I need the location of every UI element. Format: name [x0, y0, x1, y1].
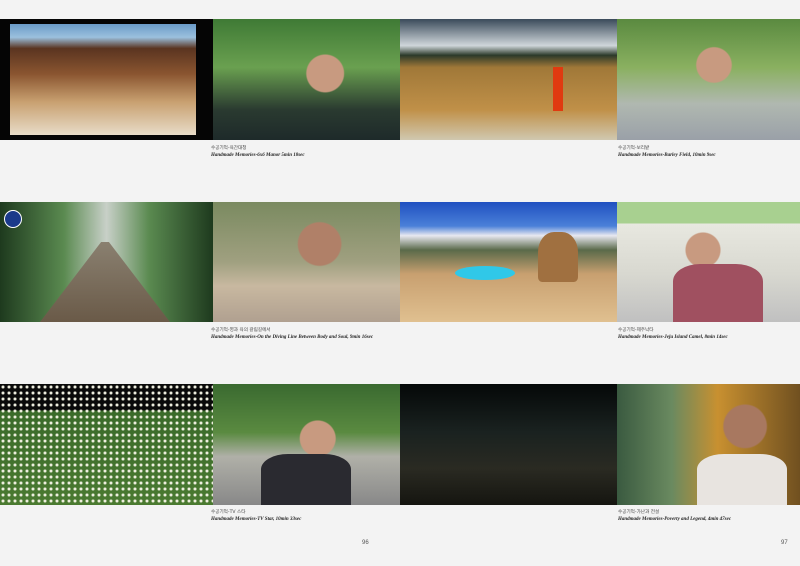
caption-barley-field: 수공기억-보리밭 Handmade Memories-Barley Field,… [618, 145, 716, 159]
caption-english: Handmade Memories-Poverty and Legend, 4m… [618, 517, 732, 522]
page-number-right: 97 [781, 540, 788, 546]
caption-english: Handmade Memories-6x6 Manor 5min 18sec [211, 153, 305, 158]
photo-railway-tracks [0, 202, 213, 322]
photo-flower-field [0, 384, 213, 505]
page-number-left: 96 [362, 540, 369, 546]
caption-korean: 수공기억-TV 스타 [211, 510, 246, 515]
caption-english: Handmade Memories-On the Diving Line Bet… [211, 335, 374, 340]
caption-korean: 수공기억-영과 육의 갈림길에서 [211, 328, 271, 333]
caption-6x6-manor: 수공기억-육간대청 Handmade Memories-6x6 Manor 5m… [211, 145, 305, 159]
caption-body-and-soul: 수공기억-영과 육의 갈림길에서 Handmade Memories-On th… [211, 327, 373, 341]
caption-korean: 수공기억-육간대청 [211, 146, 247, 151]
caption-english: Handmade Memories-Barley Field, 10min 9s… [618, 153, 716, 158]
caption-english: Handmade Memories-TV Star, 10min 33sec [211, 517, 302, 522]
photo-man-blue-cap [213, 19, 400, 140]
caption-english: Handmade Memories-Jeju Island Camel, 8mi… [618, 335, 728, 340]
photo-man-fedora [213, 384, 400, 505]
photo-barley-field [400, 19, 617, 140]
caption-tv-star: 수공기억-TV 스타 Handmade Memories-TV Star, 10… [211, 509, 301, 523]
caption-korean: 수공기억-보리밭 [618, 146, 650, 151]
caption-poverty-legend: 수공기억-가난과 전설 Handmade Memories-Poverty an… [618, 509, 731, 523]
caption-korean: 수공기억-제주낙타 [618, 328, 654, 333]
photo-hanok-interior [0, 19, 213, 140]
photo-jeju-camel-diorama [400, 202, 617, 322]
caption-korean: 수공기억-가난과 전설 [618, 510, 660, 515]
photo-man-grey-jacket [213, 202, 400, 322]
caption-jeju-camel: 수공기억-제주낙타 Handmade Memories-Jeju Island … [618, 327, 728, 341]
photo-man-white-hat [617, 19, 800, 140]
photo-woman-pink-jacket [617, 202, 800, 322]
photo-dark-night-hut [400, 384, 617, 505]
photo-elderly-woman [617, 384, 800, 505]
